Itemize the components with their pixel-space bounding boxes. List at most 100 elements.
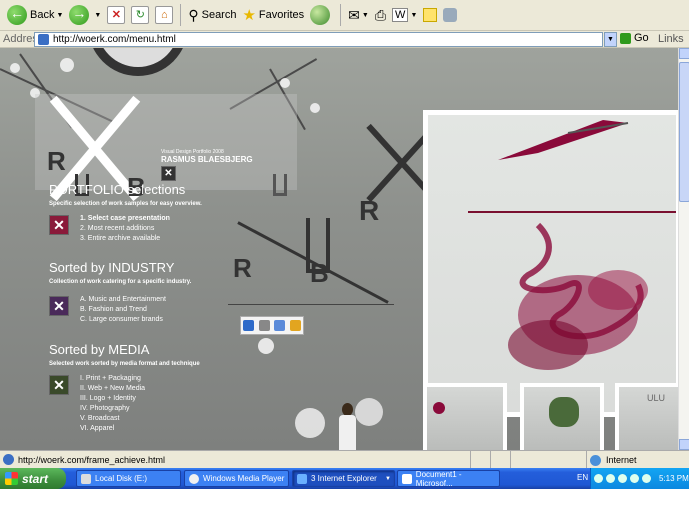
list-item-link[interactable]: VI. Apparel	[80, 424, 145, 434]
list-item-link[interactable]: 2. Most recent additions	[80, 224, 170, 234]
image-toolbar	[240, 316, 304, 335]
favorites-button[interactable]: ★ Favorites	[239, 2, 307, 28]
toolbar-separator	[340, 4, 342, 26]
section-title-part: Sorted by	[49, 260, 109, 275]
portfolio-x-button[interactable]: ✕	[49, 215, 69, 235]
vertical-scrollbar[interactable]	[678, 48, 689, 450]
blossom-decoration	[295, 408, 325, 438]
header-title: RASMUS BLAESBJERG	[161, 155, 253, 164]
portfolio-list: 1. Select case presentation 2. Most rece…	[80, 214, 170, 244]
tray-icon[interactable]	[630, 474, 639, 483]
media-player-icon	[189, 473, 199, 484]
list-item-link[interactable]: C. Large consumer brands	[80, 315, 166, 325]
list-item-link[interactable]: II. Web + New Media	[80, 384, 145, 394]
discuss-button[interactable]	[420, 2, 440, 28]
page-icon	[3, 454, 14, 465]
status-text: http://woerk.com/frame_achieve.html	[18, 454, 166, 465]
tray-icon[interactable]	[594, 474, 603, 483]
task-internet-explorer[interactable]: 3 Internet Explorer ▼	[292, 470, 395, 487]
center-logo: R B	[228, 218, 394, 308]
mail-button[interactable]: ✉ ▼	[345, 2, 372, 28]
status-cell	[510, 451, 511, 469]
desktop-bottom-area	[0, 489, 689, 517]
back-arrow-icon: ←	[7, 5, 27, 25]
printer-icon: ⎙	[374, 6, 387, 23]
favorites-label: Favorites	[258, 9, 305, 21]
links-button[interactable]: Links	[658, 33, 684, 45]
stop-icon[interactable]: ✕	[107, 6, 126, 24]
task-local-disk[interactable]: Local Disk (E:)	[76, 470, 181, 487]
thumb-text: ULU	[647, 393, 666, 403]
save-icon[interactable]	[243, 320, 255, 331]
group-dropdown-icon: ▼	[385, 475, 391, 482]
refresh-icon[interactable]: ↻	[131, 6, 150, 24]
address-dropdown-icon[interactable]: ▼	[604, 32, 617, 47]
scroll-down-icon[interactable]	[679, 439, 689, 450]
web-page-content: R B Visual Design Portfolio 2008 RASMUS …	[0, 48, 678, 450]
list-item-link[interactable]: 1. Select case presentation	[80, 214, 170, 224]
mail-icon: ✉	[348, 6, 360, 23]
task-word-document[interactable]: Document1 - Microsof...	[397, 470, 500, 488]
task-media-player[interactable]: Windows Media Player	[184, 470, 289, 487]
header-close-button[interactable]: ✕	[161, 166, 176, 181]
thumbnail-2[interactable]	[520, 383, 604, 450]
scroll-up-icon[interactable]	[679, 48, 689, 59]
search-icon: ⚲	[188, 6, 199, 23]
print-icon[interactable]	[258, 320, 270, 331]
search-button[interactable]: ⚲ Search	[185, 2, 239, 28]
mail-icon[interactable]	[274, 320, 286, 331]
list-item-link[interactable]: 3. Entire archive available	[80, 234, 170, 244]
edit-button[interactable]: W ▼	[389, 2, 420, 28]
folder-icon[interactable]	[289, 320, 301, 331]
industry-section-desc: Collection of work catering for a specif…	[49, 279, 192, 285]
list-item-link[interactable]: I. Print + Packaging	[80, 374, 145, 384]
thumb-red-spot	[433, 402, 445, 414]
home-icon[interactable]: ⌂	[155, 6, 174, 24]
thumbnail-1[interactable]	[423, 383, 507, 450]
logo-letter-r: R	[233, 253, 252, 283]
forward-dropdown-icon[interactable]: ▼	[94, 12, 101, 19]
tray-icon[interactable]	[606, 474, 615, 483]
address-url: http://woerk.com/menu.html	[53, 34, 176, 45]
thumbnail-image: ULU	[619, 387, 678, 450]
back-dropdown-icon[interactable]: ▼	[56, 12, 63, 19]
star-icon: ★	[242, 7, 256, 24]
taskbar: start Local Disk (E:) Windows Media Play…	[0, 468, 689, 489]
blossom-decoration	[280, 78, 290, 88]
portfolio-section-desc: Specific selection of work samples for e…	[49, 201, 202, 207]
list-item-link[interactable]: A. Music and Entertainment	[80, 295, 166, 305]
close-icon: ✕	[53, 297, 65, 314]
scroll-thumb[interactable]	[679, 62, 689, 202]
address-input[interactable]: http://woerk.com/menu.html	[34, 32, 603, 47]
main-image-frame[interactable]	[423, 110, 678, 417]
industry-list: A. Music and Entertainment B. Fashion an…	[80, 295, 166, 325]
print-button[interactable]: ⎙	[372, 2, 389, 28]
list-item-link[interactable]: V. Broadcast	[80, 414, 145, 424]
thumb-plant	[549, 397, 579, 427]
ink-knife-image	[428, 115, 676, 412]
page-icon	[38, 34, 49, 45]
drive-icon	[81, 473, 91, 484]
forward-button[interactable]: → ▼	[66, 2, 104, 28]
start-label: start	[22, 471, 49, 486]
tray-icon[interactable]	[642, 474, 651, 483]
back-button[interactable]: ← Back ▼	[4, 2, 66, 28]
volume-icon[interactable]	[618, 474, 627, 483]
history-button[interactable]	[307, 2, 336, 28]
thumbnail-3[interactable]: ULU	[615, 383, 678, 450]
media-x-button[interactable]: ✕	[49, 375, 69, 395]
go-button[interactable]: Go	[620, 32, 649, 44]
list-item-link[interactable]: III. Logo + Identity	[80, 394, 145, 404]
messenger-button[interactable]	[440, 2, 460, 28]
status-bar: http://woerk.com/frame_achieve.html Inte…	[0, 450, 689, 469]
section-title-part: PORTFOLIO	[49, 182, 124, 197]
clock[interactable]: 5:13 PM	[659, 474, 689, 483]
ink-line	[468, 211, 676, 213]
list-item-link[interactable]: IV. Photography	[80, 404, 145, 414]
industry-x-button[interactable]: ✕	[49, 296, 69, 316]
language-indicator[interactable]: EN	[577, 473, 588, 482]
list-item-link[interactable]: B. Fashion and Trend	[80, 305, 166, 315]
security-zone: Internet	[586, 451, 637, 469]
logo-circle	[88, 48, 188, 76]
start-button[interactable]: start	[0, 468, 66, 489]
